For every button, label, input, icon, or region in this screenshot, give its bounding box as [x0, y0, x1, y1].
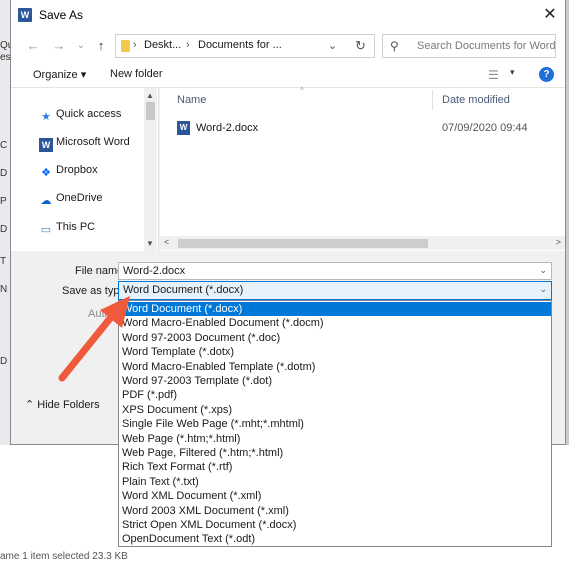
word-doc-icon: W	[177, 121, 190, 135]
column-header-date-modified[interactable]: Date modified	[442, 94, 510, 106]
save-as-type-select[interactable]: Word Document (*.docx) ⌄	[118, 281, 552, 300]
forward-arrow-icon[interactable]: →	[49, 36, 69, 56]
word-app-icon: W	[18, 8, 32, 22]
dialog-title: Save As	[39, 8, 84, 22]
file-name-value: Word-2.docx	[123, 265, 186, 277]
background-text: D	[0, 356, 8, 367]
sort-indicator-icon: ^	[300, 86, 304, 95]
navigation-pane: ★ Quick access W Microsoft Word ❖ Dropbox ☁…	[11, 88, 159, 251]
file-row[interactable]: W Word-2.docx 07/09/2020 09:44	[177, 120, 557, 138]
dropdown-option[interactable]: Word XML Document (*.xml)	[119, 489, 551, 503]
up-arrow-icon[interactable]: ↑	[91, 36, 111, 56]
column-divider[interactable]	[432, 90, 433, 110]
dropdown-option[interactable]: Rich Text Format (*.rtf)	[119, 460, 551, 474]
organize-button[interactable]: Organize ▾	[33, 68, 86, 81]
dropdown-option[interactable]: Single File Web Page (*.mht;*.mhtml)	[119, 417, 551, 431]
scroll-thumb[interactable]	[178, 239, 428, 248]
breadcrumb-separator-icon: ›	[186, 39, 190, 51]
dropbox-icon: ❖	[41, 167, 51, 179]
new-folder-button[interactable]: New folder	[110, 68, 163, 80]
file-pane-horizontal-scrollbar[interactable]: < >	[160, 236, 565, 250]
file-name-input[interactable]: Word-2.docx ⌄	[118, 262, 552, 280]
recent-locations-chevron-icon[interactable]: ⌄	[71, 36, 91, 56]
nav-item-label: Microsoft Word	[56, 136, 130, 148]
nav-item-onedrive[interactable]: ☁ OneDrive	[39, 192, 103, 210]
background-text: D	[0, 168, 8, 179]
star-icon: ★	[41, 111, 51, 123]
nav-item-this-pc[interactable]: ▭ This PC	[39, 221, 95, 239]
dropdown-option[interactable]: Word Template (*.dotx)	[119, 345, 551, 359]
nav-item-dropbox[interactable]: ❖ Dropbox	[39, 164, 98, 182]
background-window	[0, 0, 10, 445]
breadcrumb-separator-icon: ›	[133, 39, 137, 51]
nav-item-label: OneDrive	[56, 192, 103, 204]
dropdown-option[interactable]: Plain Text (*.txt)	[119, 475, 551, 489]
dropdown-option[interactable]: Word Document (*.docx)	[119, 302, 551, 317]
nav-item-label: Dropbox	[56, 164, 98, 176]
search-icon: ⚲	[390, 39, 399, 53]
save-as-type-value: Word Document (*.docx)	[123, 284, 244, 296]
cloud-icon: ☁	[40, 195, 52, 207]
nav-item-microsoft-word[interactable]: W Microsoft Word	[39, 136, 130, 154]
scroll-thumb[interactable]	[146, 102, 155, 120]
search-box[interactable]: ⚲ Search Documents for Word	[382, 34, 556, 58]
dropdown-option[interactable]: Word 97-2003 Document (*.doc)	[119, 331, 551, 345]
word-icon: W	[39, 138, 53, 152]
background-text: D	[0, 224, 8, 235]
dropdown-option[interactable]: Word Macro-Enabled Document (*.docm)	[119, 316, 551, 330]
navigation-bar: ← → ⌄ ↑ › Deskt... › Documents for ... ⌄…	[11, 30, 565, 62]
address-bar[interactable]: › Deskt... › Documents for ... ⌄	[115, 34, 353, 58]
computer-icon: ▭	[40, 224, 52, 236]
chevron-up-icon: ⌃	[25, 399, 38, 411]
background-text: C	[0, 140, 8, 151]
scroll-up-icon[interactable]: ▲	[146, 91, 154, 100]
chevron-down-icon[interactable]: ⌄	[539, 265, 547, 276]
nav-item-quick-access[interactable]: ★ Quick access	[39, 108, 121, 126]
back-arrow-icon[interactable]: ←	[23, 36, 43, 56]
chevron-down-icon[interactable]: ⌄	[539, 284, 547, 295]
save-as-type-dropdown-list: Word Document (*.docx) Word Macro-Enable…	[118, 300, 552, 547]
dropdown-option[interactable]: Web Page, Filtered (*.htm;*.html)	[119, 446, 551, 460]
help-icon[interactable]: ?	[539, 67, 554, 82]
background-text: N	[0, 284, 8, 295]
dropdown-option[interactable]: OpenDocument Text (*.odt)	[119, 532, 551, 546]
breadcrumb-desktop[interactable]: Deskt...	[144, 39, 181, 51]
search-input[interactable]: Search Documents for Word	[417, 40, 556, 52]
background-text: Qu	[0, 40, 10, 51]
nav-pane-scrollbar[interactable]: ▲ ▼	[144, 88, 157, 251]
nav-item-label: This PC	[56, 221, 96, 233]
background-status-bar: ame 1 item selected 23.3 KB	[0, 551, 128, 562]
dropdown-option[interactable]: Word 2003 XML Document (*.xml)	[119, 504, 551, 518]
dropdown-option[interactable]: Word 97-2003 Template (*.dot)	[119, 374, 551, 388]
address-dropdown-chevron-icon[interactable]: ⌄	[328, 39, 337, 52]
dropdown-option[interactable]: Web Page (*.htm;*.html)	[119, 432, 551, 446]
dropdown-option[interactable]: PDF (*.pdf)	[119, 388, 551, 402]
title-bar: W Save As ✕	[11, 0, 565, 30]
dropdown-option[interactable]: XPS Document (*.xps)	[119, 403, 551, 417]
file-date-modified: 07/09/2020 09:44	[442, 122, 528, 134]
command-toolbar: Organize ▾ New folder ☰ ▾ ?	[11, 62, 565, 88]
file-name: Word-2.docx	[196, 122, 259, 134]
hide-folders-label: Hide Folders	[37, 399, 100, 411]
scroll-right-icon[interactable]: >	[556, 237, 561, 247]
background-text: P	[0, 196, 7, 207]
dropdown-option[interactable]: Word Macro-Enabled Template (*.dotm)	[119, 360, 551, 374]
view-options-icon[interactable]: ☰	[488, 68, 499, 82]
scroll-down-icon[interactable]: ▼	[146, 239, 154, 248]
nav-item-label: Quick access	[56, 108, 122, 120]
annotation-arrow-icon	[58, 296, 130, 382]
folder-icon	[121, 40, 130, 52]
column-header-name[interactable]: Name	[177, 94, 206, 106]
dropdown-option[interactable]: Strict Open XML Document (*.docx)	[119, 518, 551, 532]
file-list-pane: ^ Name Date modified W Word-2.docx 07/09…	[160, 86, 565, 251]
scroll-left-icon[interactable]: <	[164, 237, 169, 247]
refresh-button[interactable]: ↻	[347, 34, 375, 58]
view-options-chevron-icon[interactable]: ▾	[510, 67, 515, 78]
close-button[interactable]: ✕	[535, 0, 565, 30]
background-text: ess	[0, 52, 10, 63]
background-text: T	[0, 256, 7, 267]
breadcrumb-documents-for-word[interactable]: Documents for ...	[198, 39, 282, 51]
hide-folders-button[interactable]: ⌃ Hide Folders	[25, 398, 100, 411]
